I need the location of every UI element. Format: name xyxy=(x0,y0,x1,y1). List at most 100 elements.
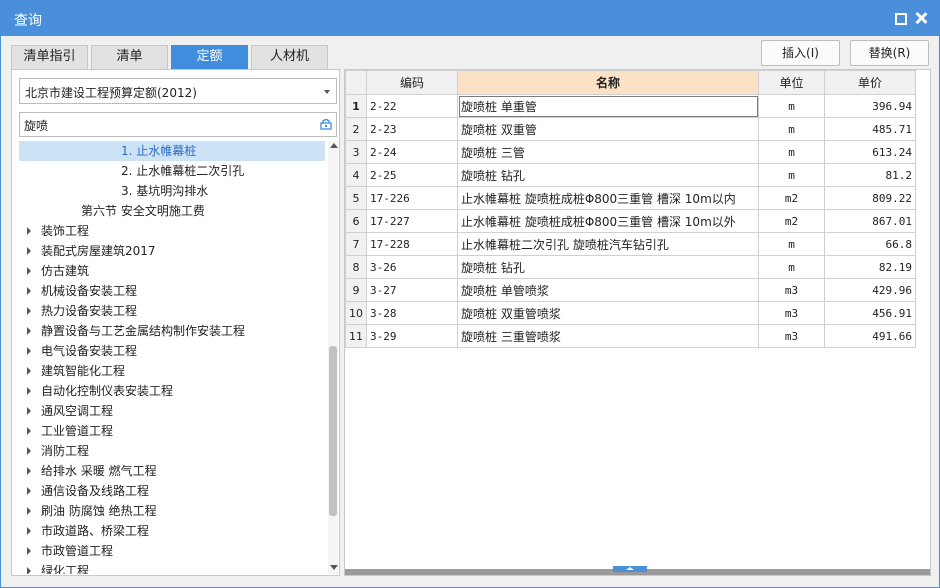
quota-price-cell[interactable]: 82.19 xyxy=(824,255,916,279)
tree-item[interactable]: 静置设备与工艺金属结构制作安装工程 xyxy=(19,321,325,341)
expand-arrow-icon[interactable] xyxy=(27,567,31,574)
tree-item[interactable]: 3. 基坑明沟排水 xyxy=(19,181,325,201)
quota-name-cell[interactable]: 旋喷桩 钻孔 xyxy=(457,255,759,279)
chevron-down-icon[interactable] xyxy=(324,90,330,94)
quota-name-cell[interactable]: 旋喷桩 钻孔 xyxy=(457,163,759,187)
quota-code-cell[interactable]: 2-24 xyxy=(366,140,458,164)
column-header-code[interactable]: 编码 xyxy=(366,70,458,95)
table-row[interactable]: 6 17-227 止水帷幕桩 旋喷桩成桩Φ800三重管 槽深 10m以外 m2 867.… xyxy=(345,209,916,233)
row-index-cell[interactable]: 9 xyxy=(345,278,367,302)
tab-list-guide[interactable]: 清单指引 xyxy=(11,45,88,69)
quota-code-cell[interactable]: 2-25 xyxy=(366,163,458,187)
quota-unit-cell[interactable]: m3 xyxy=(758,324,825,348)
expand-arrow-icon[interactable] xyxy=(27,387,31,395)
tree-item[interactable]: 电气设备安装工程 xyxy=(19,341,325,361)
search-input[interactable] xyxy=(24,116,304,134)
expand-arrow-icon[interactable] xyxy=(27,447,31,455)
quota-price-cell[interactable]: 396.94 xyxy=(824,94,916,118)
tree-item[interactable]: 给排水 采暖 燃气工程 xyxy=(19,461,325,481)
quota-code-cell[interactable]: 3-27 xyxy=(366,278,458,302)
quota-code-cell[interactable]: 3-29 xyxy=(366,324,458,348)
table-row[interactable]: 4 2-25 旋喷桩 钻孔 m 81.2 xyxy=(345,163,916,187)
quota-unit-cell[interactable]: m xyxy=(758,94,825,118)
quota-unit-cell[interactable]: m3 xyxy=(758,278,825,302)
tree-item[interactable]: 2. 止水帷幕桩二次引孔 xyxy=(19,161,325,181)
expand-arrow-icon[interactable] xyxy=(27,247,31,255)
expand-arrow-icon[interactable] xyxy=(27,467,31,475)
expand-arrow-icon[interactable] xyxy=(27,547,31,555)
tree-item[interactable]: 通信设备及线路工程 xyxy=(19,481,325,501)
expand-arrow-icon[interactable] xyxy=(27,327,31,335)
quota-price-cell[interactable]: 429.96 xyxy=(824,278,916,302)
table-row[interactable]: 10 3-28 旋喷桩 双重管喷浆 m3 456.91 xyxy=(345,301,916,325)
expand-arrow-icon[interactable] xyxy=(27,507,31,515)
table-row[interactable]: 9 3-27 旋喷桩 单管喷浆 m3 429.96 xyxy=(345,278,916,302)
quota-unit-cell[interactable]: m xyxy=(758,232,825,256)
quota-code-cell[interactable]: 3-28 xyxy=(366,301,458,325)
quota-name-cell[interactable]: 旋喷桩 单重管 xyxy=(457,94,759,118)
quota-code-cell[interactable]: 17-226 xyxy=(366,186,458,210)
expand-arrow-icon[interactable] xyxy=(27,487,31,495)
row-index-cell[interactable]: 1 xyxy=(345,94,367,118)
tree-scrollbar[interactable] xyxy=(328,141,338,574)
expand-arrow-icon[interactable] xyxy=(27,367,31,375)
close-icon[interactable] xyxy=(914,11,928,25)
tree-item[interactable]: 绿化工程 xyxy=(19,561,325,574)
tree-item[interactable]: 工业管道工程 xyxy=(19,421,325,441)
tree-item[interactable]: 第六节 安全文明施工费 xyxy=(19,201,325,221)
row-index-cell[interactable]: 8 xyxy=(345,255,367,279)
tree-item[interactable]: 建筑智能化工程 xyxy=(19,361,325,381)
expand-arrow-icon[interactable] xyxy=(27,307,31,315)
quota-code-cell[interactable]: 2-23 xyxy=(366,117,458,141)
quota-price-cell[interactable]: 66.8 xyxy=(824,232,916,256)
quota-code-cell[interactable]: 17-228 xyxy=(366,232,458,256)
expand-arrow-icon[interactable] xyxy=(27,407,31,415)
quota-name-cell[interactable]: 旋喷桩 三管 xyxy=(457,140,759,164)
quota-name-cell[interactable]: 止水帷幕桩 旋喷桩成桩Φ800三重管 槽深 10m以外 xyxy=(457,209,759,233)
tree-item[interactable]: 通风空调工程 xyxy=(19,401,325,421)
expand-arrow-icon[interactable] xyxy=(27,287,31,295)
quota-name-cell[interactable]: 止水帷幕桩 旋喷桩成桩Φ800三重管 槽深 10m以内 xyxy=(457,186,759,210)
tab-quota[interactable]: 定额 xyxy=(171,45,248,69)
tab-bill[interactable]: 清单 xyxy=(91,45,168,69)
quota-name-cell[interactable]: 旋喷桩 单管喷浆 xyxy=(457,278,759,302)
expand-arrow-icon[interactable] xyxy=(27,227,31,235)
column-header-name[interactable]: 名称 xyxy=(457,70,759,95)
quota-unit-cell[interactable]: m xyxy=(758,255,825,279)
quota-name-cell[interactable]: 旋喷桩 双重管喷浆 xyxy=(457,301,759,325)
quota-unit-cell[interactable]: m2 xyxy=(758,186,825,210)
tree-item[interactable]: 装饰工程 xyxy=(19,221,325,241)
quota-code-cell[interactable]: 3-26 xyxy=(366,255,458,279)
table-row[interactable]: 5 17-226 止水帷幕桩 旋喷桩成桩Φ800三重管 槽深 10m以内 m2 809.… xyxy=(345,186,916,210)
expand-arrow-icon[interactable] xyxy=(27,347,31,355)
tab-labor-material-machine[interactable]: 人材机 xyxy=(251,45,328,69)
row-index-cell[interactable]: 10 xyxy=(345,301,367,325)
table-row[interactable]: 11 3-29 旋喷桩 三重管喷浆 m3 491.66 xyxy=(345,324,916,348)
quota-name-cell[interactable]: 旋喷桩 双重管 xyxy=(457,117,759,141)
tree-item[interactable]: 仿古建筑 xyxy=(19,261,325,281)
quota-price-cell[interactable]: 485.71 xyxy=(824,117,916,141)
quota-price-cell[interactable]: 867.01 xyxy=(824,209,916,233)
horizontal-scrollbar[interactable] xyxy=(345,566,930,575)
quota-price-cell[interactable]: 456.91 xyxy=(824,301,916,325)
quota-price-cell[interactable]: 613.24 xyxy=(824,140,916,164)
row-index-cell[interactable]: 7 xyxy=(345,232,367,256)
quota-unit-cell[interactable]: m xyxy=(758,140,825,164)
scrollbar-thumb[interactable] xyxy=(329,346,337,516)
row-index-cell[interactable]: 11 xyxy=(345,324,367,348)
table-row[interactable]: 1 2-22 旋喷桩 单重管 m 396.94 xyxy=(345,94,916,118)
tree-item[interactable]: 装配式房屋建筑2017 xyxy=(19,241,325,261)
maximize-icon[interactable] xyxy=(893,11,907,25)
table-row[interactable]: 2 2-23 旋喷桩 双重管 m 485.71 xyxy=(345,117,916,141)
quota-name-cell[interactable]: 旋喷桩 三重管喷浆 xyxy=(457,324,759,348)
quota-code-cell[interactable]: 2-22 xyxy=(366,94,458,118)
quota-name-cell[interactable]: 止水帷幕桩二次引孔 旋喷桩汽车钻引孔 xyxy=(457,232,759,256)
quota-unit-cell[interactable]: m xyxy=(758,163,825,187)
row-index-cell[interactable]: 6 xyxy=(345,209,367,233)
quota-price-cell[interactable]: 491.66 xyxy=(824,324,916,348)
quota-unit-cell[interactable]: m xyxy=(758,117,825,141)
tree-item[interactable]: 市政道路、桥梁工程 xyxy=(19,521,325,541)
quota-library-select[interactable]: 北京市建设工程预算定额(2012) xyxy=(19,78,337,104)
row-index-cell[interactable]: 4 xyxy=(345,163,367,187)
quota-price-cell[interactable]: 809.22 xyxy=(824,186,916,210)
